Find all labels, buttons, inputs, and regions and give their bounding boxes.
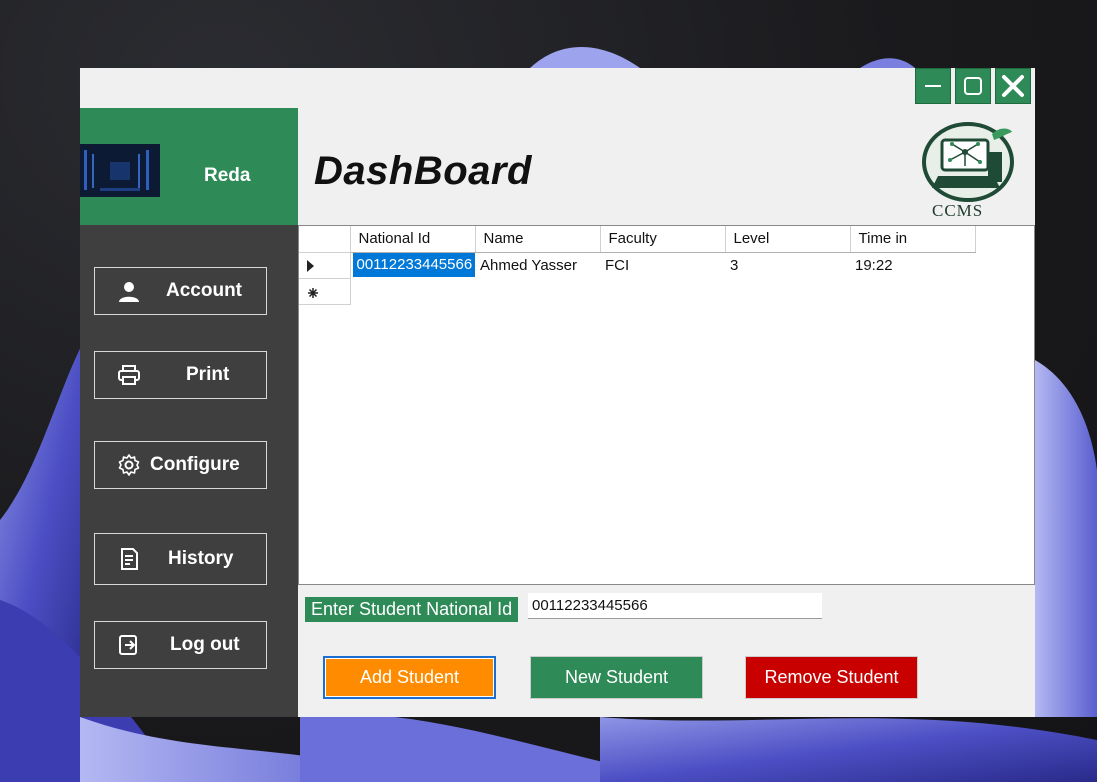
minimize-button[interactable] bbox=[915, 68, 951, 104]
new-row-asterisk-icon bbox=[308, 287, 318, 298]
account-button[interactable]: Account bbox=[94, 267, 267, 315]
students-grid[interactable]: National Id Name Faculty Level Time in 0… bbox=[298, 225, 1035, 585]
logout-button[interactable]: Log out bbox=[94, 621, 267, 669]
configure-label: Configure bbox=[150, 454, 240, 475]
new-student-button[interactable]: New Student bbox=[530, 656, 703, 699]
cell-time-in[interactable]: 19:22 bbox=[850, 252, 975, 278]
configure-button[interactable]: Configure bbox=[94, 441, 267, 489]
avatar bbox=[80, 144, 160, 197]
sidebar: Reda Account Print Configure History Log… bbox=[80, 108, 298, 717]
gear-icon bbox=[118, 454, 140, 476]
history-label: History bbox=[168, 548, 234, 569]
username: Reda bbox=[204, 165, 251, 186]
new-row-selector[interactable] bbox=[299, 278, 351, 305]
app-window: Reda Account Print Configure History Log… bbox=[80, 68, 1035, 717]
close-button[interactable] bbox=[995, 68, 1031, 104]
history-icon bbox=[121, 548, 138, 570]
printer-icon bbox=[118, 365, 140, 385]
cell-national-id[interactable]: 00112233445566 bbox=[350, 252, 475, 278]
history-button[interactable]: History bbox=[94, 533, 267, 585]
close-icon bbox=[1002, 75, 1024, 97]
profile-panel: Reda bbox=[80, 108, 298, 225]
column-header-faculty[interactable]: Faculty bbox=[600, 226, 726, 253]
column-header-level[interactable]: Level bbox=[725, 226, 851, 253]
add-student-button[interactable]: Add Student bbox=[323, 656, 496, 699]
title-bar bbox=[80, 68, 1035, 108]
page-title: DashBoard bbox=[314, 149, 532, 193]
national-id-label: Enter Student National Id bbox=[305, 597, 519, 622]
column-header-time-in[interactable]: Time in bbox=[850, 226, 976, 253]
header: DashBoard CCMS bbox=[298, 108, 1035, 225]
print-label: Print bbox=[186, 364, 230, 385]
logo-text: CCMS bbox=[932, 201, 984, 220]
minimize-icon bbox=[925, 85, 941, 87]
print-button[interactable]: Print bbox=[94, 351, 267, 399]
student-entry-panel: Enter Student National Id Add Student Ne… bbox=[298, 585, 1035, 717]
logout-label: Log out bbox=[170, 634, 240, 655]
cell-level[interactable]: 3 bbox=[725, 252, 850, 278]
maximize-icon bbox=[964, 77, 982, 95]
user-icon bbox=[119, 282, 139, 302]
new-row[interactable] bbox=[299, 278, 975, 305]
cell-name[interactable]: Ahmed Yasser bbox=[475, 252, 600, 278]
column-header-name[interactable]: Name bbox=[475, 226, 601, 253]
account-label: Account bbox=[166, 280, 242, 301]
current-row-arrow-icon bbox=[307, 259, 314, 272]
cell-faculty[interactable]: FCI bbox=[600, 252, 725, 278]
national-id-input[interactable] bbox=[528, 593, 822, 619]
table-row[interactable]: 00112233445566 Ahmed Yasser FCI 3 19:22 bbox=[299, 252, 975, 279]
row-selector[interactable] bbox=[299, 252, 351, 279]
remove-student-button[interactable]: Remove Student bbox=[745, 656, 918, 699]
maximize-button[interactable] bbox=[955, 68, 991, 104]
logout-icon bbox=[119, 635, 137, 655]
grid-corner-cell bbox=[299, 226, 351, 253]
grid-header-row: National Id Name Faculty Level Time in bbox=[299, 226, 976, 253]
column-header-national-id[interactable]: National Id bbox=[350, 226, 476, 253]
